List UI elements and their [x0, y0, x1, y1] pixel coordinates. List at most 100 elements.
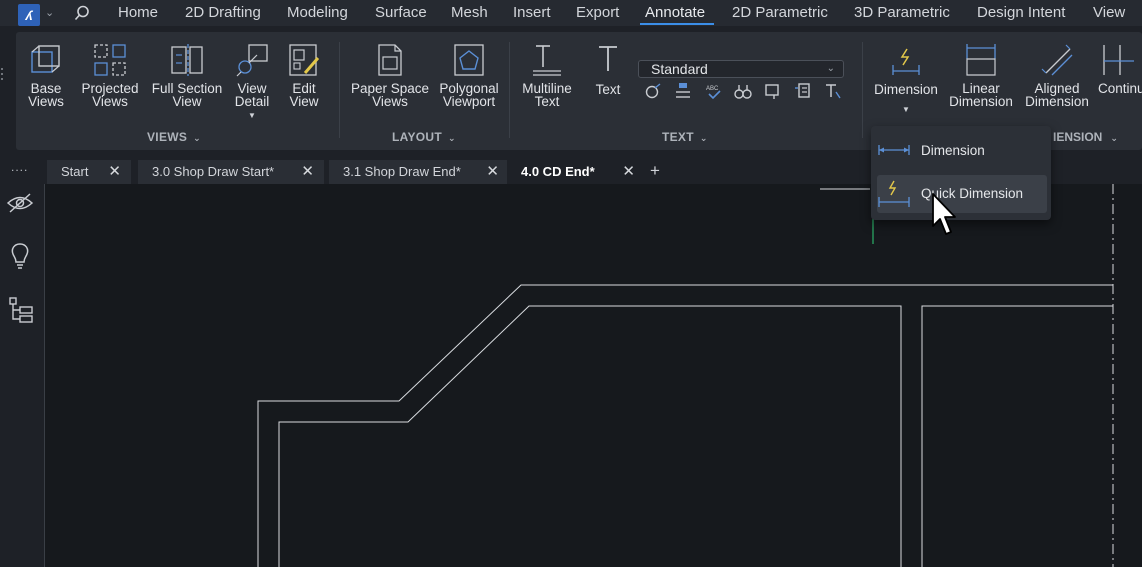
ribbon-separator [509, 42, 510, 138]
close-icon[interactable]: ✕ [486, 160, 499, 184]
view-detail-button[interactable]: View Detail ▼ [230, 43, 274, 122]
aligned-dimension-label: Aligned Dimension [1025, 81, 1089, 109]
close-icon[interactable]: ✕ [108, 160, 121, 184]
menu-annotate[interactable]: Annotate [645, 4, 705, 21]
menu-modeling[interactable]: Modeling [287, 4, 348, 21]
edit-view-button[interactable]: Edit View [284, 43, 324, 108]
find-text-icon[interactable] [734, 82, 752, 100]
polygonal-viewport-button[interactable]: Polygonal Viewport [436, 43, 502, 108]
tab-label: Start [61, 164, 89, 179]
text-align-icon[interactable] [674, 82, 692, 100]
edit-view-label: Edit View [289, 81, 319, 109]
menu-insert[interactable]: Insert [513, 4, 551, 21]
view-detail-icon [236, 44, 268, 77]
text-frame-icon[interactable] [764, 82, 782, 100]
menu-surface[interactable]: Surface [375, 4, 427, 21]
drawing-inner-outline [278, 305, 902, 567]
drawing-right-panel [921, 305, 1113, 567]
svg-text:ABC: ABC [706, 86, 719, 92]
continue-dimension-button[interactable]: Continu [1096, 43, 1142, 95]
drawing-canvas[interactable] [44, 184, 1142, 567]
quick-dimension-icon [892, 48, 920, 75]
base-views-label: Base Views [28, 81, 64, 109]
full-section-view-button[interactable]: Full Section View [150, 43, 224, 108]
linear-dimension-button[interactable]: Linear Dimension [946, 43, 1016, 108]
drawing-geometry [257, 184, 1114, 567]
active-menu-indicator [640, 23, 714, 25]
continue-dimension-icon [1103, 45, 1134, 75]
aligned-dimension-icon [1041, 44, 1073, 76]
menu-bar: ʎ ⌄ Home 2D Drafting Modeling Surface Me… [0, 0, 1142, 26]
dimension-label: Dimension [874, 82, 938, 97]
paper-space-views-icon [378, 44, 402, 76]
paper-space-views-label: Paper Space Views [350, 81, 430, 109]
tab-label: 3.0 Shop Draw Start* [152, 164, 275, 179]
text-style-select[interactable]: Standard ⌄ [638, 60, 844, 78]
text-button[interactable]: Text [588, 43, 628, 96]
tab-shop-draw-end[interactable]: 3.1 Shop Draw End* ✕ [329, 160, 509, 184]
linear-dimension-icon [878, 145, 910, 155]
edit-view-icon [289, 44, 320, 76]
dimension-group-label[interactable]: IENSION ⌄ [1053, 130, 1118, 144]
views-group-label[interactable]: VIEWS ⌄ [147, 130, 201, 144]
aligned-dimension-button[interactable]: Aligned Dimension [1022, 43, 1092, 108]
paper-space-views-button[interactable]: Paper Space Views [350, 43, 430, 108]
ribbon-separator [339, 42, 340, 138]
text-label: Text [595, 82, 621, 97]
dimension-dropdown-menu: Dimension Quick Dimension [871, 126, 1051, 220]
search-icon[interactable] [74, 5, 90, 21]
tab-start[interactable]: Start ✕ [47, 160, 131, 184]
chevron-down-icon[interactable]: ⌄ [45, 6, 54, 19]
structure-tree-icon[interactable] [8, 296, 34, 324]
text-group-label[interactable]: TEXT ⌄ [662, 130, 708, 144]
layout-group-label[interactable]: LAYOUT ⌄ [392, 130, 456, 144]
add-tab-icon[interactable]: + [650, 161, 660, 181]
menu-design-intent[interactable]: Design Intent [977, 4, 1065, 21]
menu-2d-parametric[interactable]: 2D Parametric [732, 4, 828, 21]
projected-views-button[interactable]: Projected Views [78, 43, 142, 108]
projected-views-label: Projected Views [81, 81, 139, 109]
text-height-icon[interactable] [824, 82, 842, 100]
menu-export[interactable]: Export [576, 4, 619, 21]
menu-mesh[interactable]: Mesh [451, 4, 488, 21]
tab-shop-draw-start[interactable]: 3.0 Shop Draw Start* ✕ [138, 160, 324, 184]
tab-cd-end[interactable]: 4.0 CD End* ✕ [507, 160, 645, 184]
menu-3d-parametric[interactable]: 3D Parametric [854, 4, 950, 21]
quick-dimension-icon [878, 180, 910, 207]
polygonal-viewport-label: Polygonal Viewport [439, 81, 499, 109]
lightbulb-icon[interactable] [9, 242, 31, 270]
projected-views-icon [94, 44, 126, 76]
close-icon[interactable]: ✕ [301, 160, 314, 184]
polygonal-viewport-icon [454, 44, 484, 76]
multiline-text-icon [533, 45, 561, 76]
tab-label: 3.1 Shop Draw End* [343, 164, 461, 179]
text-convert-icon[interactable] [794, 82, 812, 100]
left-sidebar [0, 184, 44, 567]
ribbon-separator [862, 42, 863, 138]
dimension-dropdown-icon[interactable]: ▼ [871, 103, 941, 116]
view-detail-label: View Detail [234, 81, 270, 109]
dropdown-item-dimension[interactable]: Dimension [877, 132, 1047, 170]
dropdown-item-label: Dimension [921, 143, 985, 158]
app-logo-icon[interactable]: ʎ [18, 4, 40, 26]
menu-home[interactable]: Home [118, 4, 158, 21]
multiline-text-label: Multiline Text [522, 81, 572, 109]
spell-check-icon[interactable]: ABC [704, 82, 724, 100]
full-section-view-icon [171, 44, 203, 76]
ribbon-grip-icon[interactable] [0, 66, 4, 82]
view-detail-dropdown-icon[interactable]: ▼ [230, 109, 274, 122]
text-mask-icon[interactable] [644, 82, 662, 100]
linear-dimension-icon [966, 44, 996, 76]
close-icon[interactable]: ✕ [622, 160, 635, 184]
linear-dimension-label: Linear Dimension [949, 81, 1013, 109]
menu-view[interactable]: View [1093, 4, 1125, 21]
visibility-toggle-icon[interactable] [6, 192, 34, 214]
base-views-button[interactable]: Base Views [26, 43, 66, 108]
tabs-overflow-icon[interactable]: .... [11, 160, 28, 174]
dimension-button[interactable]: Dimension ▼ [871, 43, 941, 116]
text-icon [599, 46, 617, 71]
menu-2d-drafting[interactable]: 2D Drafting [185, 4, 261, 21]
dropdown-item-quick-dimension[interactable]: Quick Dimension [877, 175, 1047, 213]
mouse-cursor-icon [932, 193, 956, 235]
multiline-text-button[interactable]: Multiline Text [516, 43, 578, 108]
